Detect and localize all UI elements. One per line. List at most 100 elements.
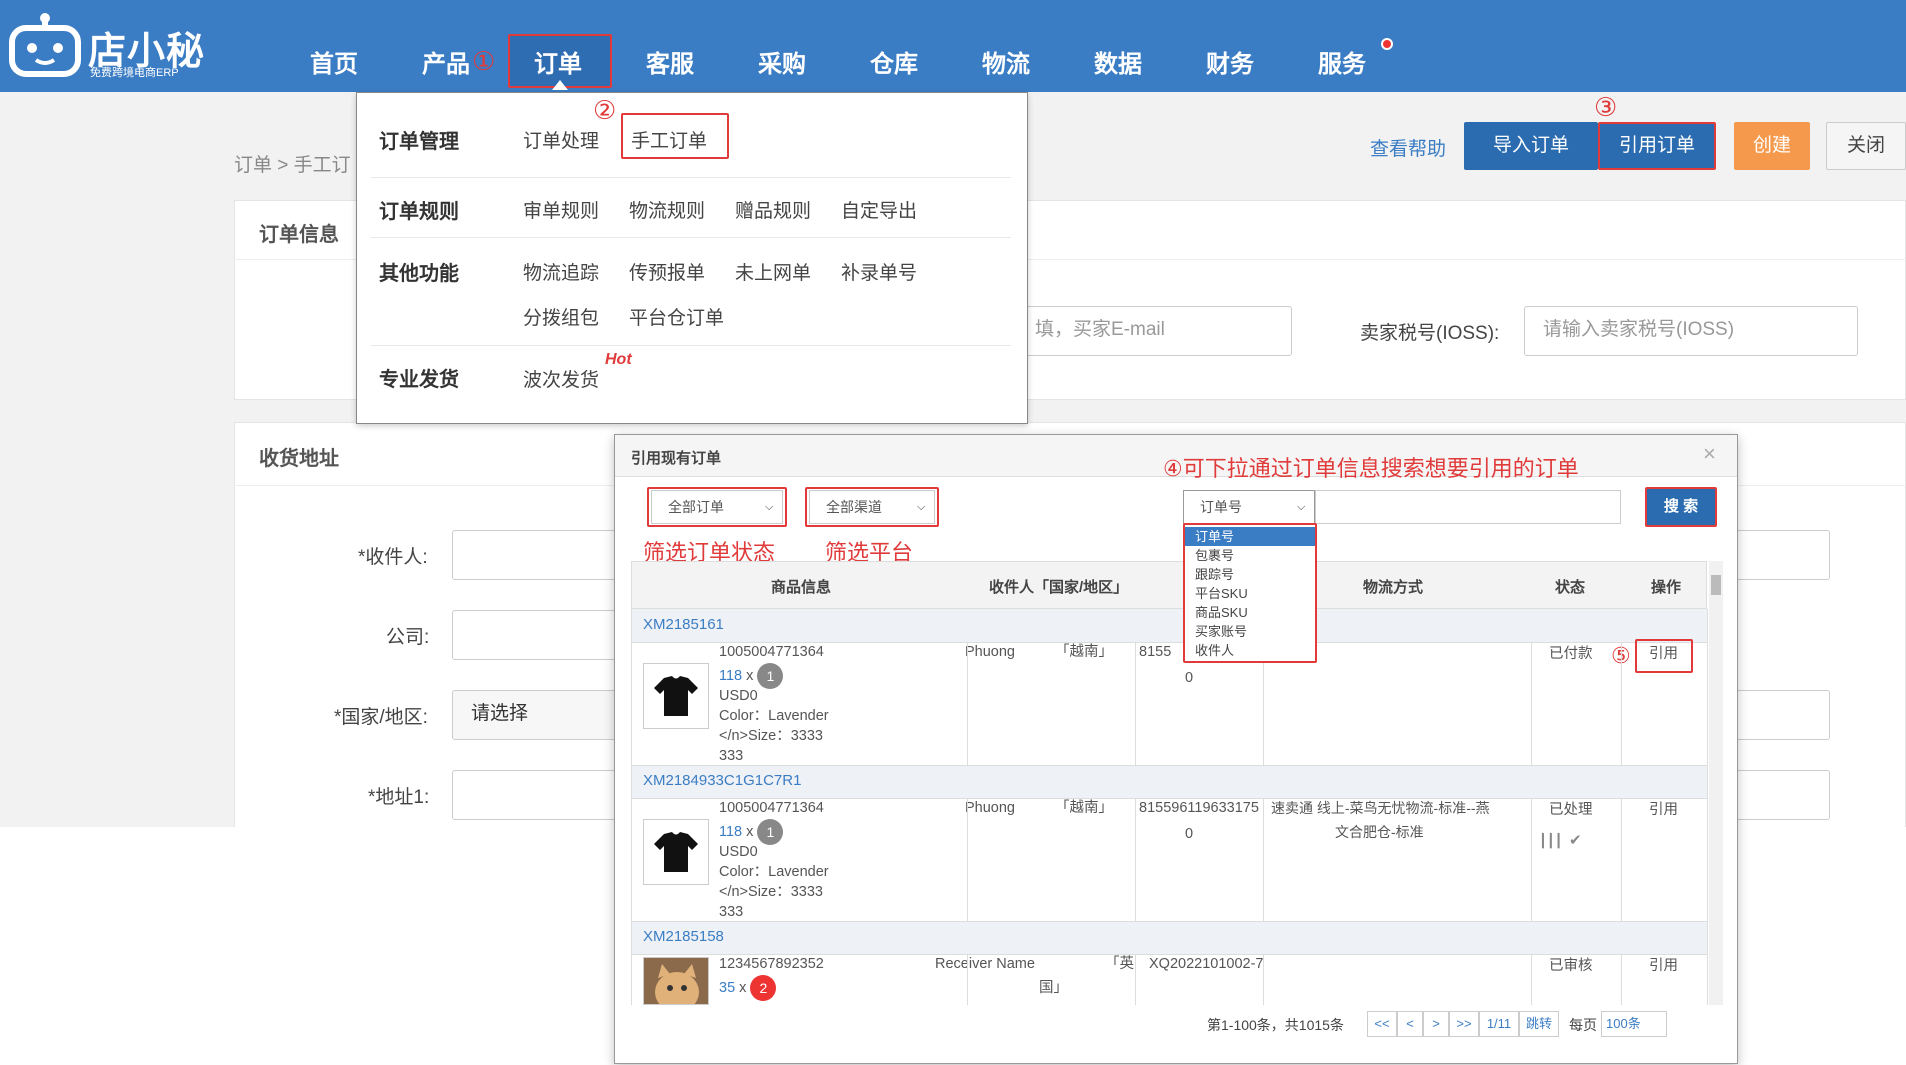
- search-input[interactable]: [1315, 490, 1621, 524]
- search-field-select[interactable]: 订单号: [1183, 490, 1315, 524]
- country-input-right[interactable]: [1730, 690, 1830, 740]
- chevron-down-icon: ⌵: [765, 501, 774, 513]
- nav-data[interactable]: 数据: [1094, 44, 1142, 79]
- product-thumbnail: [643, 819, 709, 885]
- order-id[interactable]: XM2185161: [643, 616, 724, 633]
- menu-gift-rules[interactable]: 赠品规则: [735, 196, 811, 223]
- order-status: 已审核: [1549, 958, 1593, 974]
- receiver-label: *收件人:: [358, 547, 428, 568]
- receiver-input-right[interactable]: [1730, 530, 1830, 580]
- receiver-name: Phuong: [965, 800, 1015, 816]
- tracking-suffix: 0: [1185, 826, 1194, 842]
- nav-logistics[interactable]: 物流: [982, 44, 1030, 79]
- modal-search-button[interactable]: 搜 索: [1645, 487, 1717, 527]
- nav-purchase[interactable]: 采购: [758, 44, 806, 79]
- annotation-1: ①: [472, 46, 496, 76]
- nav-products[interactable]: 产品: [422, 44, 470, 79]
- pager-current: 1/11: [1479, 1011, 1519, 1037]
- address-title: 收货地址: [259, 448, 339, 470]
- receiver-country: 「英: [1105, 956, 1134, 972]
- option-tracking-no[interactable]: 跟踪号: [1185, 565, 1315, 584]
- pager-jump[interactable]: 跳转: [1519, 1011, 1559, 1037]
- grid-line: [1135, 955, 1136, 1005]
- nav-service[interactable]: 客服: [646, 44, 694, 79]
- nav-finance[interactable]: 财务: [1206, 44, 1254, 79]
- receiver-name: Phuong: [965, 644, 1015, 660]
- table-scrollbar[interactable]: [1709, 561, 1723, 1005]
- option-order-no[interactable]: 订单号: [1185, 527, 1315, 546]
- menu-logistics-rules[interactable]: 物流规则: [629, 196, 705, 223]
- cite-order-button[interactable]: 引用订单: [1598, 122, 1716, 170]
- country-label: *国家/地区:: [334, 707, 428, 728]
- menu-order-processing[interactable]: 订单处理: [523, 126, 599, 153]
- product-sku[interactable]: 1005004771364: [719, 797, 824, 819]
- menu-split-pack[interactable]: 分拨组包: [523, 303, 599, 330]
- close-button[interactable]: 关闭: [1826, 122, 1906, 170]
- address1-label: *地址1:: [368, 787, 430, 808]
- cite-link[interactable]: 引用: [1649, 955, 1678, 977]
- menu-pre-report[interactable]: 传预报单: [629, 258, 705, 285]
- menu-supplement-number[interactable]: 补录单号: [841, 258, 917, 285]
- grid-line: [967, 955, 968, 1005]
- product-sku[interactable]: 1005004771364: [719, 641, 824, 663]
- logistics-method: 速卖通 线上-菜鸟无忧物流-标准--燕: [1271, 800, 1490, 816]
- order-id[interactable]: XM2185158: [643, 928, 724, 945]
- barcode-icon[interactable]: ┃┃┃: [1539, 833, 1562, 849]
- option-product-sku[interactable]: 商品SKU: [1185, 603, 1315, 622]
- col-logistics: 物流方式: [1363, 579, 1424, 596]
- ioss-input[interactable]: 请输入卖家税号(IOSS): [1524, 306, 1858, 356]
- buyer-email-input[interactable]: 填，买家E-mail: [1016, 306, 1292, 356]
- tracking-number[interactable]: XQ2022101002-7: [1149, 953, 1264, 975]
- cat-photo-thumbnail: [643, 957, 709, 1005]
- menu-manual-order[interactable]: 手工订单: [631, 126, 707, 153]
- currency: USD0: [719, 688, 758, 704]
- create-button[interactable]: 创建: [1734, 122, 1810, 170]
- grid-line: [1531, 643, 1532, 765]
- top-nav-bar: [0, 0, 1906, 92]
- pager-last[interactable]: >>: [1449, 1011, 1479, 1037]
- pager-prev[interactable]: <: [1397, 1011, 1423, 1037]
- menu-wave-shipping[interactable]: 波次发货: [523, 365, 599, 392]
- nav-services[interactable]: 服务: [1318, 44, 1366, 79]
- menu-logistics-tracking[interactable]: 物流追踪: [523, 258, 599, 285]
- tracking-number[interactable]: 815596119633175: [1139, 797, 1259, 819]
- product-size: </n>Size：3333: [719, 884, 823, 900]
- cite-link[interactable]: 引用: [1649, 643, 1678, 665]
- menu-review-rules[interactable]: 审单规则: [523, 196, 599, 223]
- order-info-title: 订单信息: [259, 224, 339, 246]
- pager-first[interactable]: <<: [1367, 1011, 1397, 1037]
- pager-size-select[interactable]: 100条: [1601, 1011, 1667, 1037]
- menu-not-online[interactable]: 未上网单: [735, 258, 811, 285]
- option-receiver[interactable]: 收件人: [1185, 641, 1315, 660]
- menu-custom-export[interactable]: 自定导出: [841, 196, 917, 223]
- cite-link[interactable]: 引用: [1649, 799, 1678, 821]
- pager-next[interactable]: >: [1423, 1011, 1449, 1037]
- nav-orders[interactable]: 订单: [534, 44, 582, 79]
- menu-platform-warehouse[interactable]: 平台仓订单: [629, 303, 724, 330]
- check-icon[interactable]: ✔: [1569, 831, 1582, 849]
- cat-image: [644, 958, 708, 1004]
- menu-divider: [371, 237, 1011, 238]
- nav-home[interactable]: 首页: [310, 44, 358, 79]
- scrollbar-thumb[interactable]: [1711, 575, 1721, 595]
- option-buyer-account[interactable]: 买家账号: [1185, 622, 1315, 641]
- menu-cat-pro-shipping: 专业发货: [379, 369, 459, 391]
- pager-per-label: 每页: [1569, 1017, 1597, 1033]
- product-sku[interactable]: 1234567892352: [719, 953, 824, 975]
- status-filter-select[interactable]: 全部订单: [651, 490, 783, 524]
- grid-line: [967, 799, 968, 921]
- help-link[interactable]: 查看帮助: [1370, 134, 1446, 161]
- col-action: 操作: [1651, 579, 1682, 596]
- menu-cat-order-rules: 订单规则: [379, 201, 459, 223]
- address1-input-right[interactable]: [1730, 770, 1830, 820]
- option-package-no[interactable]: 包裹号: [1185, 546, 1315, 565]
- modal-close-icon[interactable]: ×: [1703, 441, 1716, 467]
- option-platform-sku[interactable]: 平台SKU: [1185, 584, 1315, 603]
- tshirt-icon: [654, 832, 698, 872]
- grid-line: [1263, 799, 1264, 921]
- tracking-number[interactable]: 8155: [1139, 641, 1171, 663]
- import-order-button[interactable]: 导入订单: [1464, 122, 1598, 170]
- order-id[interactable]: XM2184933C1G1C7R1: [643, 772, 801, 789]
- grid-line: [1621, 799, 1622, 921]
- nav-warehouse[interactable]: 仓库: [870, 44, 918, 79]
